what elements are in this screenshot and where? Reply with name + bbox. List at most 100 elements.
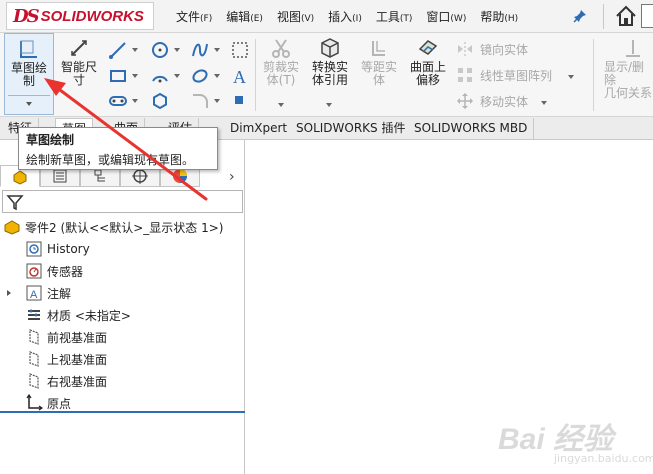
feature-manager-panel: › 零件2 (默认<<默认>_显示状态 1>) History 传感器 A 注解… (0, 140, 245, 474)
arc-dropdown-icon[interactable] (174, 74, 180, 78)
tree-item-top-plane[interactable]: 上视基准面 (0, 348, 245, 370)
slot-icon[interactable] (108, 91, 128, 111)
offset-entities-button[interactable]: 等距实 体 (356, 33, 402, 87)
ds-logo-icon: DS (13, 5, 40, 27)
rectangle-dropdown-icon[interactable] (132, 74, 138, 78)
pin-icon[interactable] (573, 9, 587, 23)
ellipse-icon[interactable] (190, 66, 210, 86)
tree-item-right-plane[interactable]: 右视基准面 (0, 370, 245, 392)
tree-item-label: 原点 (47, 396, 72, 411)
solidworks-logo[interactable]: DS SOLIDWORKS (6, 2, 154, 30)
sketch-tooltip: 草图绘制 绘制新草图，或编辑现有草图。 (18, 127, 218, 170)
svg-text:A: A (30, 289, 38, 301)
ribbon-separator (255, 39, 256, 111)
ellipse-dropdown-icon[interactable] (214, 74, 220, 78)
move-icon (456, 92, 474, 110)
menu-edit[interactable]: 编辑(E) (226, 8, 263, 25)
smart-dimension-label-2: 寸 (72, 73, 85, 87)
trim-label-2: 体(T) (266, 73, 296, 87)
mirror-icon (456, 40, 474, 58)
expand-arrow-icon[interactable] (7, 290, 11, 296)
annotation-icon: A (25, 284, 43, 302)
offset-surface-label-2: 偏移 (415, 73, 440, 87)
spline-icon[interactable] (190, 40, 210, 60)
move-dropdown-icon[interactable] (541, 101, 547, 105)
linear-pattern-button[interactable]: 线性草图阵列 (456, 66, 552, 84)
fillet-dropdown-icon[interactable] (214, 99, 220, 103)
spline-dropdown-icon[interactable] (214, 48, 220, 52)
point-icon[interactable] (234, 95, 244, 105)
tree-root-part[interactable]: 零件2 (默认<<默认>_显示状态 1>) (0, 216, 245, 238)
move-entities-button[interactable]: 移动实体 (456, 92, 528, 110)
convert-dropdown-icon[interactable] (326, 103, 332, 107)
tree-item-material[interactable]: 材质 <未指定> (0, 304, 245, 326)
origin-icon (25, 394, 43, 412)
linear-pattern-dropdown-icon[interactable] (568, 75, 574, 79)
relations-icon (622, 37, 644, 59)
tab-solidworks-mbd[interactable]: SOLIDWORKS MBD (408, 118, 535, 139)
command-manager-ribbon: 草图绘 制 智能尺 寸 A 剪裁实 体(T) 转换实 体引用 等距实 体 曲面上… (0, 33, 653, 117)
tooltip-description: 绘制新草图，或编辑现有草图。 (26, 153, 195, 167)
filter-icon (6, 193, 24, 211)
tree-item-annotations[interactable]: A 注解 (0, 282, 245, 304)
convert-entities-button[interactable]: 转换实 体引用 (305, 33, 355, 87)
slot-dropdown-icon[interactable] (132, 99, 138, 103)
rectangle-icon[interactable] (108, 66, 128, 86)
trim-entities-button[interactable]: 剪裁实 体(T) (258, 33, 304, 87)
arc-icon[interactable] (150, 66, 170, 86)
circle-dropdown-icon[interactable] (174, 48, 180, 52)
menu-insert[interactable]: 插入(I) (328, 8, 362, 25)
smart-dimension-button[interactable]: 智能尺 寸 (56, 33, 102, 87)
polygon-icon[interactable] (150, 91, 170, 111)
chevron-down-icon (26, 102, 32, 106)
cube-icon (319, 37, 341, 59)
line-dropdown-icon[interactable] (132, 48, 138, 52)
material-icon (25, 306, 43, 324)
menu-tools[interactable]: 工具(T) (376, 8, 413, 25)
trim-dropdown-icon[interactable] (278, 103, 284, 107)
part-icon (3, 218, 21, 236)
menu-window[interactable]: 窗口(W) (426, 8, 466, 25)
chevron-right-icon[interactable]: › (229, 169, 235, 185)
sketch-dropdown[interactable] (8, 95, 50, 112)
feature-filter[interactable] (2, 190, 243, 213)
linear-pattern-label: 线性草图阵列 (480, 68, 553, 83)
tree-item-label: 前视基准面 (47, 330, 108, 345)
sketch-button[interactable]: 草图绘 制 (4, 33, 54, 115)
menu-file[interactable]: 文件(F) (176, 8, 212, 25)
line-icon[interactable] (108, 40, 128, 60)
scissors-icon (270, 37, 292, 59)
construction-geometry-icon[interactable] (230, 40, 250, 60)
surface-offset-icon (417, 37, 439, 59)
configuration-icon (94, 169, 105, 182)
tree-item-sensors[interactable]: 传感器 (0, 260, 245, 282)
menu-help[interactable]: 帮助(H) (480, 8, 518, 25)
tree-item-label: 右视基准面 (47, 374, 108, 389)
tree-item-label: 传感器 (47, 264, 84, 279)
tab-solidworks-addins[interactable]: SOLIDWORKS 插件 (290, 118, 413, 139)
plane-icon (25, 372, 43, 390)
history-icon (25, 240, 43, 258)
ribbon-separator (593, 39, 594, 111)
tree-item-front-plane[interactable]: 前视基准面 (0, 326, 245, 348)
tree-item-label: 上视基准面 (47, 352, 108, 367)
display-delete-relations-button[interactable]: 显示/删除 几何关系 (600, 33, 653, 100)
tree-item-label: History (47, 242, 90, 256)
circle-icon[interactable] (150, 40, 170, 60)
sensor-icon (25, 262, 43, 280)
sketch-icon (18, 38, 40, 60)
menu-view[interactable]: 视图(V) (277, 8, 314, 25)
text-icon[interactable]: A (230, 66, 250, 86)
offset-on-surface-button[interactable]: 曲面上 偏移 (403, 33, 453, 87)
tab-dimxpert[interactable]: DimXpert (224, 118, 295, 139)
new-document-icon[interactable] (641, 4, 653, 28)
tree-item-history[interactable]: History (0, 238, 245, 260)
plane-icon (25, 328, 43, 346)
mirror-entities-button[interactable]: 镜向实体 (456, 40, 528, 58)
part-name: 零件2 (默认<<默认>_显示状态 1>) (25, 220, 224, 235)
rollback-bar[interactable] (0, 411, 245, 413)
baidu-watermark: Bai 经验 jingyan.baidu.com (498, 414, 653, 468)
home-icon[interactable] (614, 4, 638, 28)
title-bar: DS SOLIDWORKS 文件(F) 编辑(E) 视图(V) 插入(I) 工具… (0, 0, 653, 33)
fillet-icon[interactable] (190, 91, 210, 111)
